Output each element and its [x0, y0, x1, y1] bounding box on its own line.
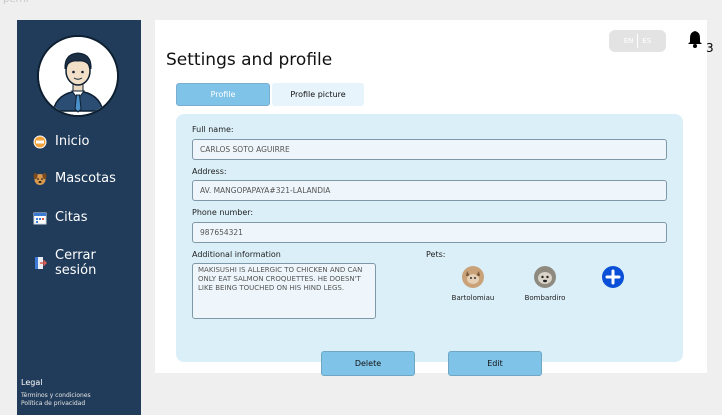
- lang-divider: [637, 34, 639, 48]
- page-title: Settings and profile: [166, 50, 333, 70]
- pet-photo-cat-icon: [462, 266, 484, 288]
- address-field[interactable]: AV. MANGOPAPAYA#321-LALANDIA: [192, 180, 667, 201]
- sidebar-item-citas[interactable]: Citas: [33, 210, 88, 225]
- notification-count: 3: [706, 41, 714, 55]
- logout-icon: [33, 256, 48, 270]
- sidebar-item-label: Citas: [55, 210, 88, 225]
- tab-profile-picture[interactable]: Profile picture: [272, 83, 364, 106]
- start-icon: [33, 135, 47, 149]
- sidebar-item-label: Cerrar sesión: [55, 248, 97, 278]
- additional-info-textarea[interactable]: MAKISUSHI IS ALLERGIC TO CHICKEN AND CAN…: [192, 263, 376, 319]
- plus-icon: [605, 269, 621, 285]
- user-avatar-icon: [39, 37, 117, 115]
- page-header-partial: pernl: [3, 0, 29, 5]
- additional-info-label: Additional information: [192, 250, 281, 259]
- privacy-link[interactable]: Política de privacidad: [21, 400, 85, 407]
- sidebar-item-label: Mascotas: [55, 171, 116, 186]
- legal-heading: Legal: [21, 378, 43, 387]
- address-label: Address:: [192, 167, 227, 176]
- full-name-label: Full name:: [192, 125, 234, 134]
- profile-card: Full name: CARLOS SOTO AGUIRRE Address: …: [176, 114, 683, 376]
- sidebar-item-label: Inicio: [55, 134, 90, 149]
- main-panel: Settings and profile EN ES 3 Profile Pro…: [155, 20, 714, 376]
- sidebar-item-mascotas[interactable]: Mascotas: [33, 171, 116, 186]
- phone-field[interactable]: 987654321: [192, 222, 667, 243]
- delete-button[interactable]: Delete: [321, 351, 415, 376]
- language-toggle[interactable]: EN ES: [609, 30, 666, 52]
- pet-card-bartolomiau[interactable]: Bartolomiau: [443, 266, 503, 302]
- pet-name: Bartolomiau: [451, 294, 495, 302]
- calendar-icon: [33, 211, 47, 225]
- lang-en-option[interactable]: EN: [624, 37, 634, 45]
- edit-button[interactable]: Edit: [448, 351, 542, 376]
- phone-label: Phone number:: [192, 208, 254, 217]
- add-pet-button[interactable]: [602, 266, 624, 288]
- sidebar-item-inicio[interactable]: Inicio: [33, 134, 89, 149]
- sidebar-item-cerrar-sesion[interactable]: Cerrar sesión: [33, 248, 141, 278]
- pets-label: Pets:: [426, 250, 446, 259]
- avatar: [37, 35, 119, 117]
- lang-es-option[interactable]: ES: [642, 37, 651, 45]
- dog-icon: [33, 172, 47, 186]
- full-name-field[interactable]: CARLOS SOTO AGUIRRE: [192, 139, 667, 160]
- pet-photo-dog-icon: [534, 266, 556, 288]
- pet-card-bombardiro[interactable]: Bombardiro: [515, 266, 575, 302]
- pet-name: Bombardiro: [524, 294, 566, 302]
- sidebar: Inicio Mascotas Citas Cerrar sesión Lega…: [17, 20, 141, 415]
- terms-link[interactable]: Términos y condiciones: [21, 392, 91, 399]
- notification-bell-icon[interactable]: [685, 29, 705, 53]
- tab-profile[interactable]: Profile: [176, 83, 270, 106]
